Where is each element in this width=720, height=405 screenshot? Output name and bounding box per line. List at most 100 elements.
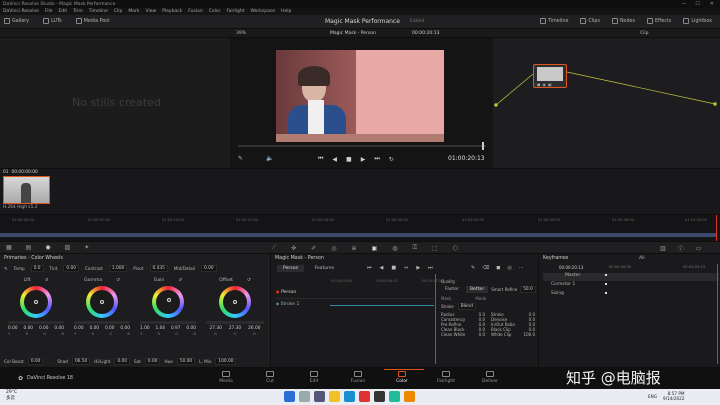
tracker-icon[interactable]: ⊕: [352, 245, 357, 252]
mask-playhead[interactable]: [435, 274, 436, 364]
sizing-icon[interactable]: ⬚: [432, 245, 438, 252]
clock[interactable]: 8:57 PM 9/14/2022: [663, 391, 684, 401]
davinci-taskbar-icon[interactable]: [374, 391, 385, 402]
media-pool-button[interactable]: Media Pool: [75, 18, 110, 24]
magic-mask-icon[interactable]: ▣: [372, 245, 378, 252]
luts-button[interactable]: LUTs: [43, 18, 62, 24]
tint-field[interactable]: 0.00: [63, 265, 79, 272]
gain-master-slider[interactable]: [140, 321, 196, 324]
mid-detail-field[interactable]: 0.00: [201, 265, 217, 272]
page-color[interactable]: Color: [382, 371, 422, 384]
track-stop-icon[interactable]: ■: [391, 265, 396, 271]
viewer-frame[interactable]: [276, 50, 444, 142]
track-row-person[interactable]: ● Person: [276, 289, 434, 299]
camera-raw-icon[interactable]: ▦: [6, 244, 12, 251]
mode-select[interactable]: Blend: [457, 303, 476, 310]
gamma-master-slider[interactable]: [74, 321, 130, 324]
maximize-button[interactable]: ☐: [695, 1, 699, 7]
go-to-end-icon[interactable]: ⏭: [374, 155, 379, 163]
info-icon[interactable]: ⓘ: [678, 244, 684, 253]
clip-thumbnail-card[interactable]: 01 00:00:00:00 H.264 High L5.2: [3, 170, 51, 212]
audio-icon[interactable]: 🔈: [266, 155, 273, 162]
store-icon[interactable]: [359, 391, 370, 402]
nodes-button[interactable]: Nodes: [611, 18, 635, 24]
kf-row-master[interactable]: Master: [543, 273, 719, 281]
quality-better[interactable]: Better: [465, 286, 489, 293]
edge-icon[interactable]: [344, 391, 355, 402]
kf-row-corrector[interactable]: Corrector 1: [543, 282, 719, 290]
stop-icon[interactable]: ■: [346, 156, 352, 163]
page-cut[interactable]: Cut: [250, 371, 290, 384]
offset-wheel[interactable]: [219, 286, 251, 318]
lift-master-slider[interactable]: [8, 321, 64, 324]
menu-item-clip[interactable]: Clip: [114, 9, 123, 14]
go-to-start-icon[interactable]: ⏮: [318, 155, 323, 163]
step-back-icon[interactable]: ◀: [332, 156, 337, 163]
qualifier-icon[interactable]: ✐: [311, 245, 316, 252]
stroke-tool-icon[interactable]: ✎: [471, 265, 475, 271]
tab-features[interactable]: Features: [308, 265, 340, 272]
gamma-puck[interactable]: [100, 300, 104, 304]
offset-puck[interactable]: [233, 300, 237, 304]
timeline-track[interactable]: [0, 233, 716, 237]
play-icon[interactable]: ▶: [361, 156, 366, 163]
menu-item-color[interactable]: Color: [209, 9, 221, 14]
kf-dot[interactable]: [605, 274, 607, 276]
loop-icon[interactable]: ↻: [389, 156, 394, 163]
rgb-mixer-icon[interactable]: ▧: [65, 244, 71, 251]
timeline-playhead[interactable]: [716, 215, 717, 242]
col-boost-field[interactable]: 0.00: [27, 358, 44, 365]
keyframes-filter[interactable]: All: [639, 256, 645, 261]
color-match-icon[interactable]: ▤: [26, 244, 32, 251]
task-view-icon[interactable]: [314, 391, 325, 402]
page-edit[interactable]: Edit: [294, 371, 334, 384]
menu-item-playback[interactable]: Playback: [162, 9, 182, 14]
kf-playhead[interactable]: [717, 264, 718, 364]
window-icon[interactable]: ◎: [331, 245, 336, 252]
tab-person[interactable]: Person: [277, 265, 305, 272]
temp-field[interactable]: 0.0: [30, 265, 44, 272]
mask-menu-icon[interactable]: ⋯: [519, 265, 524, 271]
gallery-button[interactable]: Gallery: [4, 18, 29, 24]
overlay-icon[interactable]: ◎: [507, 265, 511, 271]
menu-item-workspace[interactable]: Workspace: [250, 9, 275, 14]
page-deliver[interactable]: Deliver: [470, 371, 510, 384]
menu-item-fairlight[interactable]: Fairlight: [226, 9, 244, 14]
lift-wheel[interactable]: [20, 286, 52, 318]
kf-row-sizing[interactable]: Sizing: [543, 291, 719, 299]
timeline-button[interactable]: Timeline: [540, 18, 568, 24]
contrast-field[interactable]: 1.000: [108, 265, 128, 272]
lang-indicator[interactable]: ENG: [648, 394, 657, 399]
effects-button[interactable]: Effects: [647, 18, 671, 24]
gamma-reset-icon[interactable]: ↺: [116, 278, 120, 283]
weather-widget[interactable]: 29°C 多云: [6, 390, 17, 402]
white-clip-value[interactable]: 100.0: [524, 332, 535, 337]
offset-master-slider[interactable]: [206, 321, 264, 324]
menu-item-fusion[interactable]: Fusion: [188, 9, 202, 14]
track-end-icon[interactable]: ⏭: [428, 265, 433, 271]
menu-item-help[interactable]: Help: [281, 9, 291, 14]
lightbox-button[interactable]: Lightbox: [683, 18, 712, 24]
offset-reset-icon[interactable]: ↺: [247, 278, 251, 283]
track-row-stroke[interactable]: ◆ Stroke 1: [276, 301, 434, 311]
kf-dot[interactable]: [605, 283, 607, 285]
page-media[interactable]: Media: [206, 371, 246, 384]
color-wheels-icon[interactable]: ◉: [45, 244, 50, 251]
app-icon[interactable]: [389, 391, 400, 402]
menu-item-trim[interactable]: Trim: [73, 9, 83, 14]
key-icon[interactable]: ⚿: [412, 244, 417, 252]
gamma-wheel[interactable]: [86, 286, 118, 318]
gain-wheel[interactable]: [152, 286, 184, 318]
app-icon[interactable]: [404, 391, 415, 402]
curves-icon[interactable]: ⟋: [272, 244, 276, 252]
eraser-tool-icon[interactable]: ⌫: [482, 265, 489, 271]
menu-item-edit[interactable]: Edit: [58, 9, 67, 14]
start-icon[interactable]: [284, 391, 295, 402]
close-button[interactable]: ✕: [710, 1, 714, 7]
lmix-field[interactable]: 100.00: [215, 358, 237, 365]
picker-icon[interactable]: ✎: [4, 266, 8, 271]
page-fusion[interactable]: Fusion: [338, 371, 378, 384]
viewer-scrubber[interactable]: [238, 142, 486, 150]
gain-puck[interactable]: [167, 298, 171, 302]
page-fairlight[interactable]: Fairlight: [426, 371, 466, 384]
